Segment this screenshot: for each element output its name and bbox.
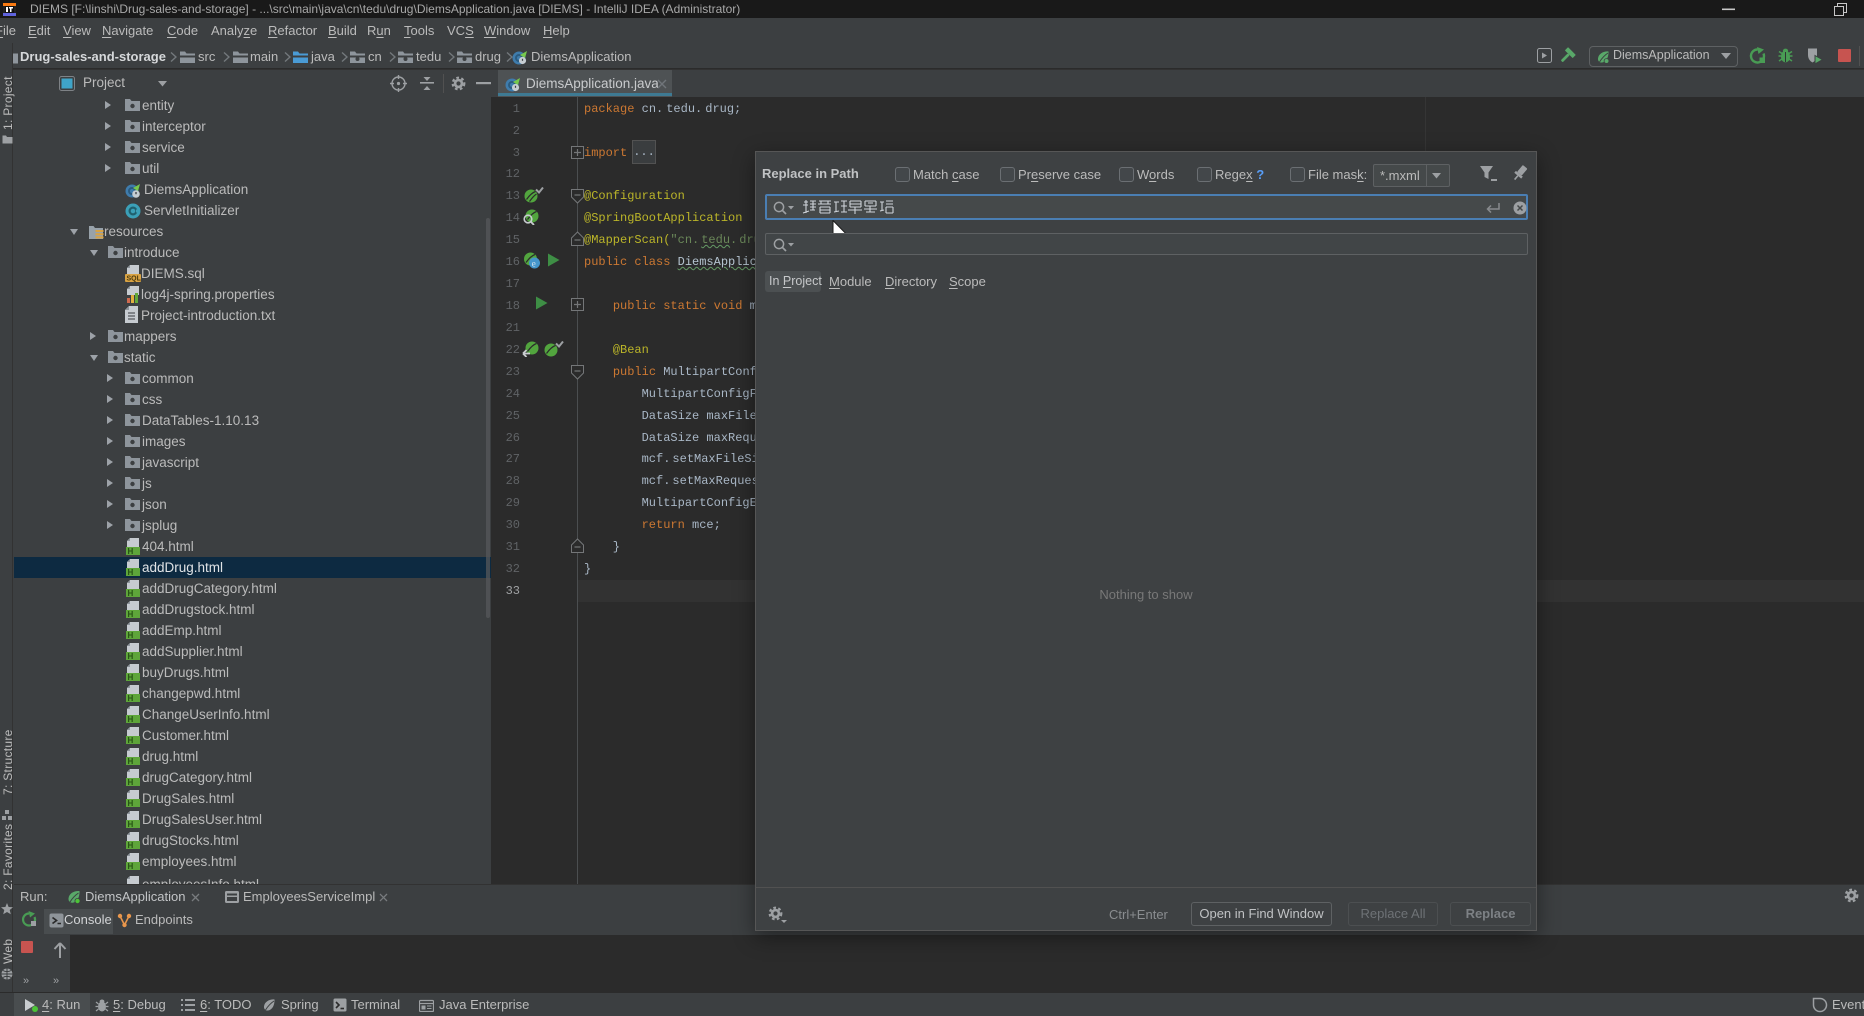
svg-text:H: H [128,862,134,871]
svg-text:H: H [128,589,134,598]
svg-text:H: H [128,778,134,787]
svg-text:H: H [128,694,134,703]
svg-text:H: H [128,757,134,766]
svg-text:H: H [128,736,134,745]
svg-text:H: H [128,820,134,829]
svg-text:H: H [128,673,134,682]
svg-text:e: e [532,259,536,269]
svg-text:H: H [128,715,134,724]
svg-text:H: H [128,547,134,556]
svg-text:H: H [128,610,134,619]
svg-text:H: H [128,652,134,661]
svg-text:SQL: SQL [127,276,142,283]
svg-text:H: H [128,799,134,808]
svg-text:H: H [128,841,134,850]
svg-text:H: H [128,631,134,640]
svg-text:H: H [128,568,134,577]
